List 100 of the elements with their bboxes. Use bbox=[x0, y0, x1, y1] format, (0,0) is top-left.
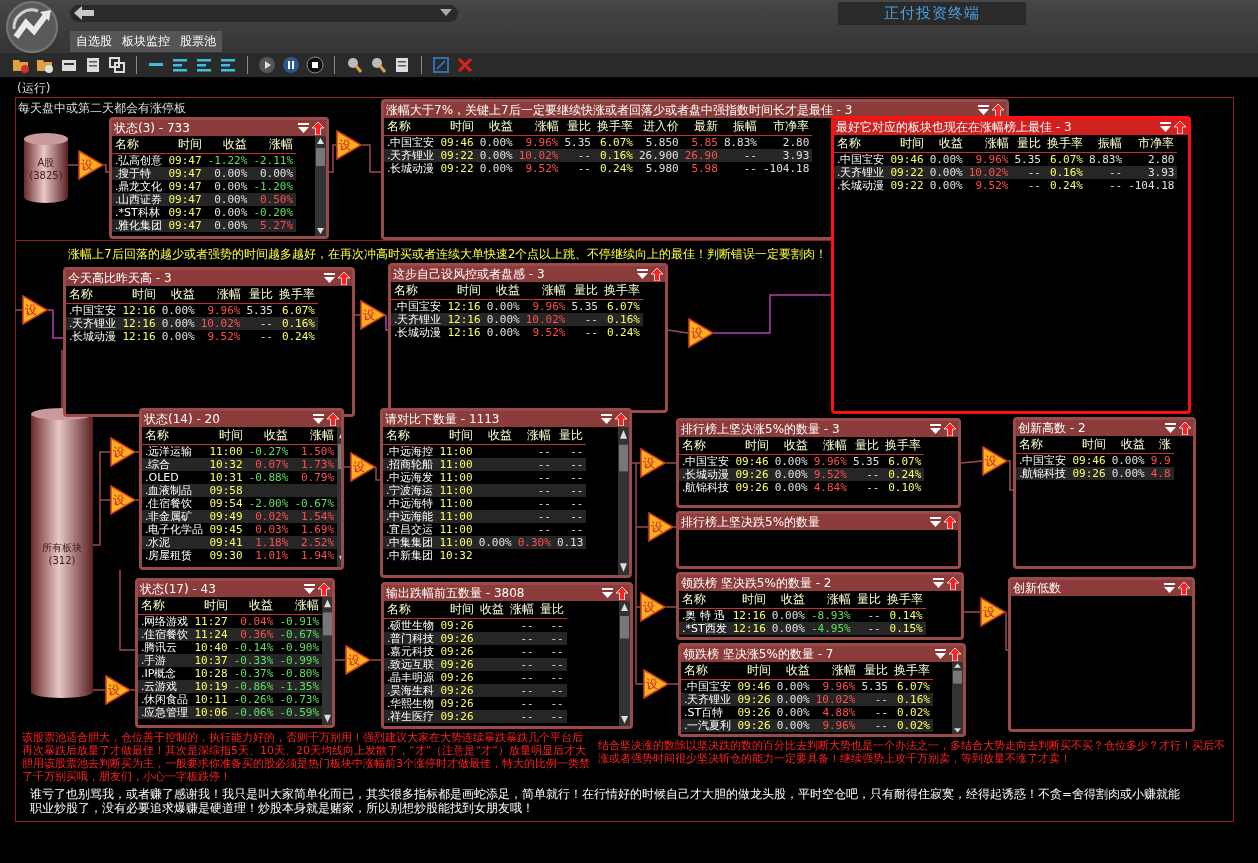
column-header[interactable]: 换手率 bbox=[601, 282, 643, 300]
pause-icon[interactable] bbox=[282, 56, 300, 74]
back-icon[interactable] bbox=[72, 5, 96, 21]
column-header[interactable]: 名称 bbox=[384, 118, 438, 136]
column-header[interactable]: 名称 bbox=[679, 437, 733, 455]
up-arrow-icon[interactable] bbox=[947, 576, 959, 590]
column-header[interactable]: 收益 bbox=[158, 286, 198, 304]
filter-icon[interactable] bbox=[1164, 582, 1175, 594]
column-header[interactable]: 名称 bbox=[66, 286, 120, 304]
column-header[interactable]: 最新 bbox=[681, 118, 721, 136]
column-header[interactable]: 收益 bbox=[771, 437, 811, 455]
document-icon[interactable] bbox=[393, 56, 411, 74]
column-header[interactable]: 收益 bbox=[245, 427, 292, 445]
column-header[interactable]: 涨幅 bbox=[810, 437, 850, 455]
filter-icon[interactable] bbox=[1160, 121, 1171, 133]
up-arrow-icon[interactable] bbox=[312, 121, 324, 135]
column-header[interactable]: 收益 bbox=[230, 597, 277, 615]
up-arrow-icon[interactable] bbox=[318, 582, 330, 596]
column-header[interactable]: 时间 bbox=[732, 437, 772, 455]
column-header[interactable]: 名称 bbox=[679, 591, 730, 609]
column-header[interactable]: 时间 bbox=[437, 118, 477, 136]
column-header[interactable]: 换手率 bbox=[883, 591, 926, 609]
up-arrow-icon[interactable] bbox=[327, 412, 339, 426]
column-header[interactable]: 收益 bbox=[768, 591, 808, 609]
up-arrow-icon[interactable] bbox=[992, 103, 1004, 117]
up-arrow-icon[interactable] bbox=[338, 271, 350, 285]
column-header[interactable]: 换手率 bbox=[891, 662, 933, 680]
up-arrow-icon[interactable] bbox=[615, 412, 627, 426]
filter-icon[interactable] bbox=[935, 648, 946, 660]
filter-icon[interactable] bbox=[304, 583, 315, 595]
lines-icon[interactable] bbox=[171, 56, 189, 74]
column-header[interactable]: 量比 bbox=[243, 286, 276, 304]
menu-tab[interactable]: 股票池 bbox=[180, 32, 216, 50]
windows-icon[interactable] bbox=[108, 56, 126, 74]
column-header[interactable]: 时间 bbox=[191, 597, 231, 615]
filter-icon[interactable] bbox=[298, 122, 309, 134]
close-icon[interactable] bbox=[456, 56, 474, 74]
column-header[interactable]: 量比 bbox=[1011, 135, 1044, 153]
dropdown-icon[interactable] bbox=[440, 9, 452, 17]
column-header[interactable]: 换手率 bbox=[276, 286, 318, 304]
column-header[interactable]: 换手率 bbox=[1044, 135, 1086, 153]
column-header[interactable]: 涨幅 bbox=[807, 591, 854, 609]
column-header[interactable]: 振幅 bbox=[1086, 135, 1126, 153]
column-header[interactable]: 收益 bbox=[926, 135, 966, 153]
column-header[interactable]: 进入价 bbox=[636, 118, 682, 136]
filter-icon[interactable] bbox=[602, 587, 613, 599]
column-header[interactable]: 涨幅 bbox=[812, 662, 859, 680]
column-header[interactable]: 量比 bbox=[536, 601, 567, 619]
filter-icon[interactable] bbox=[313, 413, 324, 425]
column-header[interactable]: 量比 bbox=[858, 662, 891, 680]
column-header[interactable]: 换手率 bbox=[882, 437, 925, 455]
filter-icon[interactable] bbox=[930, 423, 941, 435]
column-header[interactable]: 名称 bbox=[383, 427, 437, 445]
column-header[interactable]: 收益 bbox=[476, 601, 507, 619]
column-header[interactable]: 涨幅 bbox=[522, 282, 569, 300]
scrollbar[interactable] bbox=[618, 427, 629, 575]
menu-tab[interactable]: 自选股 bbox=[76, 32, 112, 50]
scrollbar[interactable] bbox=[952, 662, 963, 734]
column-header[interactable]: 涨幅 bbox=[514, 427, 554, 445]
column-header[interactable]: 时间 bbox=[165, 136, 205, 154]
zoom-icon[interactable] bbox=[345, 56, 363, 74]
scrollbar[interactable] bbox=[619, 601, 630, 726]
column-header[interactable]: 名称 bbox=[1016, 436, 1070, 454]
column-header[interactable]: 量比 bbox=[568, 282, 601, 300]
filter-icon[interactable] bbox=[1165, 422, 1176, 434]
document-icon[interactable] bbox=[84, 56, 102, 74]
column-header[interactable]: 时间 bbox=[119, 286, 159, 304]
column-header[interactable]: 名称 bbox=[138, 597, 192, 615]
column-header[interactable]: 名称 bbox=[681, 662, 735, 680]
column-header[interactable]: 时间 bbox=[887, 135, 927, 153]
up-arrow-icon[interactable] bbox=[651, 267, 663, 281]
column-header[interactable]: 名称 bbox=[391, 282, 445, 300]
column-header[interactable]: 量比 bbox=[553, 427, 587, 445]
up-arrow-icon[interactable] bbox=[949, 647, 961, 661]
maximize-icon[interactable] bbox=[432, 56, 450, 74]
up-arrow-icon[interactable] bbox=[616, 586, 628, 600]
column-header[interactable]: 收益 bbox=[204, 136, 251, 154]
zoom-icon[interactable] bbox=[369, 56, 387, 74]
address-field[interactable] bbox=[70, 4, 458, 22]
filter-icon[interactable] bbox=[933, 577, 944, 589]
filter-icon[interactable] bbox=[601, 413, 612, 425]
column-header[interactable]: 收益 bbox=[773, 662, 813, 680]
column-header[interactable]: 时间 bbox=[437, 601, 477, 619]
column-header[interactable]: 收益 bbox=[483, 282, 523, 300]
filter-icon[interactable] bbox=[324, 272, 335, 284]
column-header[interactable]: 名称 bbox=[384, 601, 438, 619]
column-header[interactable]: 量比 bbox=[853, 591, 884, 609]
column-header[interactable]: 时间 bbox=[1069, 436, 1109, 454]
column-header[interactable]: 时间 bbox=[444, 282, 484, 300]
column-header[interactable]: 名称 bbox=[112, 136, 166, 154]
column-header[interactable]: 收益 bbox=[475, 427, 515, 445]
up-arrow-icon[interactable] bbox=[1178, 581, 1190, 595]
column-header[interactable]: 时间 bbox=[436, 427, 476, 445]
up-arrow-icon[interactable] bbox=[944, 515, 956, 529]
lines-icon[interactable] bbox=[219, 56, 237, 74]
filter-icon[interactable] bbox=[637, 268, 648, 280]
scrollbar[interactable] bbox=[322, 597, 332, 725]
up-arrow-icon[interactable] bbox=[1174, 120, 1186, 134]
lines-icon[interactable] bbox=[195, 56, 213, 74]
column-header[interactable]: 市净率 bbox=[760, 118, 813, 136]
